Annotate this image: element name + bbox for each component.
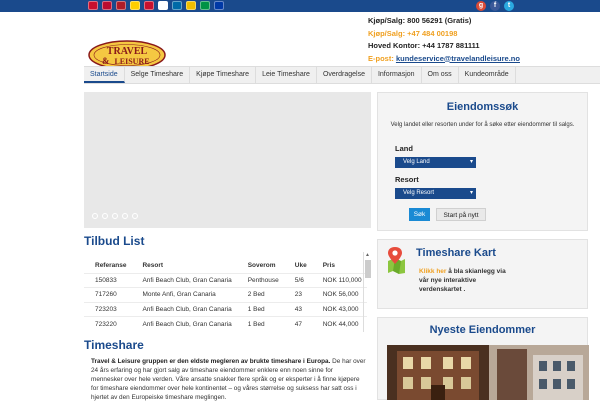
table-row[interactable]: 723220 Anfi Beach Club, Gran Canaria 1 B… <box>84 316 367 331</box>
contact-phone-buy-sell: Kjøp/Salg: +47 484 00198 <box>368 28 458 38</box>
cell-referanse: 150833 <box>84 272 132 288</box>
map-pin-icon[interactable] <box>386 247 406 275</box>
column-header-resort: Resort <box>142 261 164 269</box>
table-row[interactable]: 717260 Monte Anfi, Gran Canaria 2 Bed 23… <box>84 287 367 302</box>
resort-select[interactable]: Velg Resort <box>395 188 476 199</box>
nav-leie-timeshare[interactable]: Leie Timeshare <box>256 67 317 83</box>
cell-pris: NOK 44,000 <box>311 316 367 331</box>
map-link[interactable]: Klikk her <box>419 268 446 275</box>
nav-selge-timeshare[interactable]: Selge Timeshare <box>125 67 191 83</box>
scrollbar-thumb[interactable] <box>364 260 371 278</box>
cell-uke: 43 <box>283 301 312 317</box>
land-select[interactable]: Velg Land <box>395 157 476 168</box>
timeshare-intro-text: Travel & Leisure gruppen er den eldste m… <box>91 357 366 402</box>
nav-kundeomrade[interactable]: Kundeområde <box>459 67 516 83</box>
land-label: Land <box>395 144 413 153</box>
cell-soverom: Penthouse <box>236 272 284 288</box>
logo-word-leisure: LEISURE <box>114 57 149 66</box>
resort-label: Resort <box>395 175 419 184</box>
twitter-icon[interactable]: t <box>504 1 514 11</box>
cell-soverom: 2 Bed <box>236 287 284 302</box>
column-header-referanse: Referanse <box>95 261 127 269</box>
cell-resort: Monte Anfi, Gran Canaria <box>131 287 237 302</box>
slider-dot[interactable] <box>102 213 108 219</box>
property-photo[interactable] <box>387 345 489 400</box>
scroll-up-arrow-icon[interactable]: ▲ <box>364 252 371 259</box>
logo-word-travel: TRAVEL <box>107 46 148 57</box>
timeshare-map-title: Timeshare Kart <box>416 247 496 259</box>
finland-flag-icon[interactable] <box>158 1 168 10</box>
russia-flag-icon[interactable] <box>214 1 224 10</box>
table-scrollbar[interactable]: ▲ <box>363 252 371 332</box>
slider-dot[interactable] <box>92 213 98 219</box>
netherlands-flag-icon[interactable] <box>116 1 126 10</box>
image-slider <box>84 92 371 228</box>
google-plus-icon[interactable]: g <box>476 1 486 11</box>
nav-startside[interactable]: Startside <box>84 67 125 83</box>
property-photo[interactable] <box>489 345 589 400</box>
cell-uke: 23 <box>283 287 312 302</box>
contact-email-label: E-post: <box>368 53 394 63</box>
nav-om-oss[interactable]: Om oss <box>422 67 459 83</box>
search-box-title: Eiendomssøk <box>446 101 519 113</box>
search-description: Velg landet eller resorten under for å s… <box>390 122 575 128</box>
table-row[interactable]: 150833 Anfi Beach Club, Gran Canaria Pen… <box>84 272 367 288</box>
search-button[interactable]: Søk <box>409 208 430 221</box>
tilbud-table: Referanse Resort Soverom Uke Pris 150833… <box>84 258 372 332</box>
reset-button[interactable]: Start på nytt <box>436 208 486 221</box>
cell-resort: Anfi Beach Club, Gran Canaria <box>131 316 237 331</box>
timeshare-section-title: Timeshare <box>84 338 144 352</box>
uk-flag-icon[interactable] <box>88 1 98 10</box>
contact-email-link[interactable]: kundeservice@travelandleisure.no <box>396 54 520 63</box>
cell-uke: 47 <box>283 316 312 331</box>
cell-referanse: 723220 <box>84 316 132 331</box>
social-links: gft <box>476 1 514 11</box>
nav-overdragelse[interactable]: Overdragelse <box>317 67 372 83</box>
cell-soverom: 1 Bed <box>236 316 284 331</box>
main-navigation: Startside Selge Timeshare Kjøpe Timeshar… <box>84 66 600 84</box>
slider-dots <box>92 213 138 219</box>
column-header-soverom: Soverom <box>247 261 276 269</box>
nav-informasjon[interactable]: Informasjon <box>372 67 422 83</box>
germany-flag-icon[interactable] <box>130 1 140 10</box>
cell-referanse: 723203 <box>84 301 132 317</box>
intro-bold-text: Travel & Leisure gruppen er den eldste m… <box>91 358 331 365</box>
spain-flag-icon[interactable] <box>186 1 196 10</box>
sweden-flag-icon[interactable] <box>172 1 182 10</box>
contact-head-office: Hoved Kontor: +44 1787 881111 <box>368 41 480 50</box>
facebook-icon[interactable]: f <box>490 1 500 11</box>
contact-info: Kjøp/Salg: 800 56291 (Gratis) Kjøp/Salg:… <box>368 15 520 65</box>
cell-resort: Anfi Beach Club, Gran Canaria <box>131 272 237 288</box>
cell-resort: Anfi Beach Club, Gran Canaria <box>131 301 237 317</box>
cell-pris: NOK 43,000 <box>311 301 367 317</box>
newest-properties-title: Nyeste Eiendommer <box>429 324 536 336</box>
column-header-pris: Pris <box>322 261 336 269</box>
contact-phone-free: Kjøp/Salg: 800 56291 (Gratis) <box>368 16 472 25</box>
cell-soverom: 1 Bed <box>236 301 284 317</box>
table-header-row: Referanse Resort Soverom Uke Pris <box>84 258 367 273</box>
norway-flag-icon[interactable] <box>102 1 112 10</box>
denmark-flag-icon[interactable] <box>144 1 154 10</box>
table-row[interactable]: 723203 Anfi Beach Club, Gran Canaria 1 B… <box>84 301 367 317</box>
language-flags <box>88 1 224 10</box>
logo-ampersand: & <box>102 56 110 66</box>
italy-flag-icon[interactable] <box>200 1 210 10</box>
timeshare-map-text: Klikk her å bla skianlegg via vår nye in… <box>419 267 509 294</box>
nav-kjope-timeshare[interactable]: Kjøpe Timeshare <box>190 67 257 83</box>
slider-dot[interactable] <box>112 213 118 219</box>
column-header-uke: Uke <box>294 261 307 269</box>
tilbud-list-title: Tilbud List <box>84 234 145 248</box>
slider-dot[interactable] <box>132 213 138 219</box>
cell-referanse: 717260 <box>84 287 132 302</box>
cell-pris: NOK 56,000 <box>311 287 367 302</box>
cell-uke: 5/6 <box>283 272 312 288</box>
cell-pris: NOK 110,000 <box>311 272 367 288</box>
slider-dot[interactable] <box>122 213 128 219</box>
